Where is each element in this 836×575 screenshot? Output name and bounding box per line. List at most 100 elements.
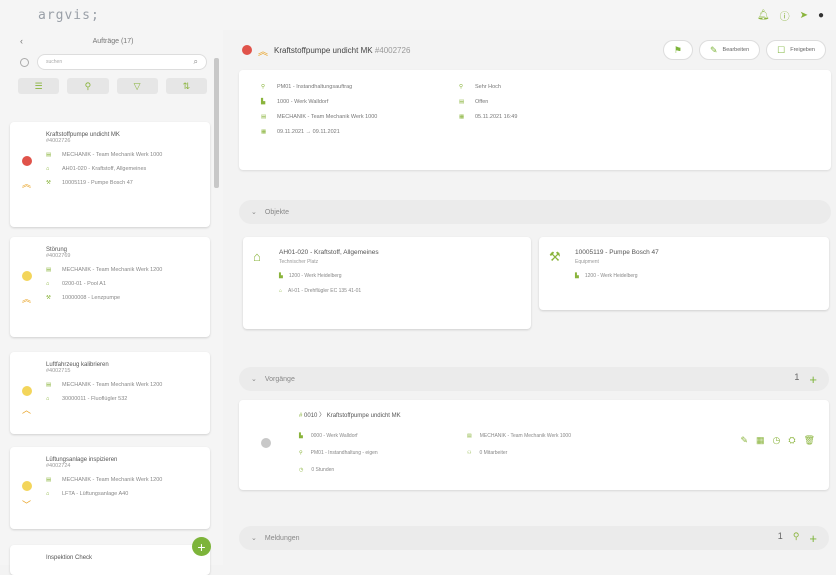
created-date: 05.11.2021 16:49 xyxy=(475,114,518,120)
chevron-down-icon: ⌄ xyxy=(251,209,257,216)
section-meldungen[interactable]: ⌄ Meldungen 1 ⚲ + xyxy=(239,526,829,550)
order-title: Kraftstoffpumpe undicht MK xyxy=(274,45,373,55)
row-icon: ⌂ xyxy=(46,281,50,287)
sort-button[interactable]: ⇅ xyxy=(165,78,207,94)
list-view-button[interactable]: ☰ xyxy=(18,78,60,94)
help-icon[interactable]: ⓘ xyxy=(780,8,790,23)
vorgang-team: MECHANIK - Team Mechanik Werk 1000 xyxy=(479,433,571,439)
object-subtitle: Equipment xyxy=(575,259,599,265)
flag-icon: ⚑ xyxy=(673,44,682,55)
order-card[interactable]: Luftfahrzeug kalibrieren #4002715 ▤ MECHANI… xyxy=(10,352,210,434)
delete-icon[interactable]: 🗑︎ xyxy=(804,435,815,446)
edit-icon[interactable]: ✎ xyxy=(740,435,748,446)
object-subtitle: Technischer Platz xyxy=(279,259,319,265)
card-row-text: MECHANIK - Team Mechanik Werk 1200 xyxy=(62,477,163,483)
object-title: 10005119 - Pumpe Bosch 47 xyxy=(575,249,659,256)
send-icon[interactable]: ➤ xyxy=(800,10,808,21)
user-icon[interactable]: ● xyxy=(818,10,824,21)
order-info-card: ⚲ PM01 - Instandhaltungsauftrag ▙ 1000 - W… xyxy=(239,70,831,170)
functional-location-icon: ⌂ xyxy=(253,249,261,264)
object-card-1[interactable]: ⌂ AH01-020 - Kraftstoff, Allgemeines Tec… xyxy=(243,237,531,329)
priority-icon: ︽ xyxy=(22,179,32,189)
add-order-button[interactable]: + xyxy=(192,537,211,556)
object-parent: AI-01 - Drehflügler EC 135 41-01 xyxy=(288,288,362,294)
status-dot xyxy=(22,271,32,281)
app-logo: argvis; xyxy=(38,7,100,23)
top-bar: argvis; 🔔︎ ⓘ ➤ ● xyxy=(0,0,836,30)
order-card[interactable]: Lüftungsanlage inspizieren #4002724 ▤ MECHA… xyxy=(10,447,210,529)
priority-icon: ︽ xyxy=(258,46,268,58)
vorgaenge-count: 1 xyxy=(794,371,800,382)
search-input[interactable]: suchen ⌕ xyxy=(37,54,207,70)
plant-icon: ▙ xyxy=(279,273,283,279)
calendar-icon: ▦ xyxy=(261,129,267,135)
row-icon: ⚒ xyxy=(46,180,51,186)
object-card-2[interactable]: ⚒ 10005119 - Pumpe Bosch 47 Equipment ▙ 1… xyxy=(539,237,829,310)
card-row: ⌂ LFTA - Lüftungsanlage A40 xyxy=(46,491,202,497)
card-row-text: 10005119 - Pumpe Bosch 47 xyxy=(62,180,133,186)
vorgang-card[interactable]: # 0010 〉 Kraftstoffpumpe undicht MK ▙ 000… xyxy=(239,400,829,490)
flag-button[interactable]: ⚑ xyxy=(662,40,693,60)
vorgang-plant: 0000 - Werk Walldorf xyxy=(310,433,358,439)
chevron-down-icon: ⌄ xyxy=(251,376,257,383)
vorgang-people: 0 Mitarbeiter xyxy=(479,450,508,456)
status-dot xyxy=(22,481,32,491)
card-number: #4002769 xyxy=(46,253,71,259)
search-placeholder: suchen xyxy=(46,59,63,65)
object-plant: 1200 - Werk Heidelberg xyxy=(584,273,638,279)
vorgang-status-dot xyxy=(261,438,271,448)
card-row-text: MECHANIK - Team Mechanik Werk 1200 xyxy=(62,267,163,273)
priority-level-icon: ⚲ xyxy=(459,84,464,90)
card-row: ▤ MECHANIK - Team Mechanik Werk 1000 xyxy=(46,152,202,158)
plant: 1000 - Werk Walldorf xyxy=(277,99,329,105)
card-number: #4002715 xyxy=(46,368,71,374)
card-number: #4002726 xyxy=(46,138,71,144)
select-all-radio[interactable] xyxy=(20,57,29,67)
object-plant: 1200 - Werk Heidelberg xyxy=(288,273,342,279)
equipment-icon: ⚒ xyxy=(549,249,561,264)
release-button[interactable]: ☐ Freigeben xyxy=(766,40,826,60)
order-card[interactable]: Kraftstoffpumpe undicht MK #4002726 ▤ MECHA… xyxy=(10,122,210,227)
search-icon[interactable]: ⌕ xyxy=(194,57,198,67)
add-vorgang-icon[interactable]: + xyxy=(809,372,817,387)
priority-icon: ﹀ xyxy=(22,500,32,510)
release-icon: ☐ xyxy=(777,44,786,55)
priority-icon: ︿ xyxy=(22,405,32,415)
section-objekte[interactable]: ⌄ Objekte xyxy=(239,200,831,224)
order-card[interactable]: Inspektion Check xyxy=(10,545,210,575)
date-range: 09.11.2021 → 09.11.2021 xyxy=(277,129,340,135)
card-row: ▤ MECHANIK - Team Mechanik Werk 1200 xyxy=(46,382,202,388)
row-icon: ▤ xyxy=(46,152,52,158)
card-row-text: 30000011 - Fluoflügler 532 xyxy=(62,396,128,402)
card-row-text: MECHANIK - Team Mechanik Werk 1200 xyxy=(62,382,163,388)
card-row-text: MECHANIK - Team Mechanik Werk 1000 xyxy=(62,152,163,158)
calendar-icon[interactable]: ▦ xyxy=(756,435,765,446)
section-vorgaenge[interactable]: ⌄ Vorgänge 1 + xyxy=(239,367,829,391)
vorgang-type: PM01 - Instandhaltung - eigen xyxy=(310,450,378,456)
row-icon: ⚒ xyxy=(46,295,51,301)
row-icon: ▤ xyxy=(46,382,52,388)
priority: Sehr Hoch xyxy=(475,84,501,90)
attach-icon[interactable]: ⚲ xyxy=(793,531,800,546)
section-vorgaenge-label: Vorgänge xyxy=(264,375,295,383)
filter-button[interactable]: ▽ xyxy=(116,78,158,94)
group-button[interactable]: ⚲ xyxy=(67,78,109,94)
edit-button[interactable]: ✎ Bearbeiten xyxy=(698,40,761,60)
people-icon: ⚇ xyxy=(467,450,472,456)
card-row: ▤ MECHANIK - Team Mechanik Werk 1200 xyxy=(46,267,202,273)
team-icon: ▤ xyxy=(261,114,267,120)
order-type: PM01 - Instandhaltungsauftrag xyxy=(277,84,353,90)
assign-icon[interactable]: ⛭ xyxy=(788,435,795,446)
row-icon: ⌂ xyxy=(46,396,50,402)
card-row: ⌂ 0200-01 - Pool A1 xyxy=(46,281,202,287)
add-meldung-icon[interactable]: + xyxy=(809,531,817,546)
priority-icon: ︽ xyxy=(22,294,32,304)
vorgang-title: 0010 〉 Kraftstoffpumpe undicht MK xyxy=(304,413,401,419)
time-icon[interactable]: ◷ xyxy=(773,435,781,446)
bell-icon[interactable]: 🔔︎ xyxy=(757,10,770,21)
object-title: AH01-020 - Kraftstoff, Allgemeines xyxy=(279,249,379,256)
order-card[interactable]: Störung #4002769 ▤ MECHANIK - Team Mechanik… xyxy=(10,237,210,337)
created-icon: ▦ xyxy=(459,114,465,120)
sidebar-scrollbar[interactable] xyxy=(214,58,219,188)
card-title: Inspektion Check xyxy=(46,555,93,561)
